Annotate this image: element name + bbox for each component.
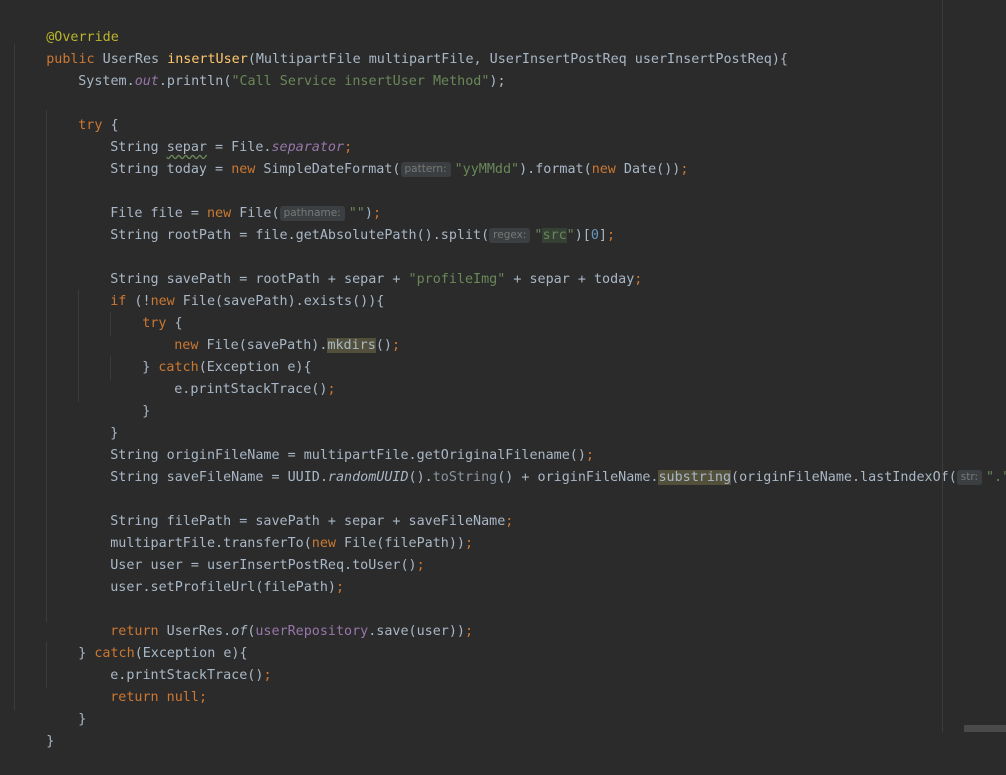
code-line[interactable]: } catch(Exception e){	[46, 621, 247, 661]
static-field: out	[134, 74, 159, 89]
semicolon: ;	[464, 536, 474, 551]
keyword: return	[110, 690, 159, 705]
number-literal: 0	[590, 228, 599, 243]
code-line[interactable]: String savePath = rootPath + separ + "pr…	[78, 247, 642, 287]
right-margin-guide	[942, 0, 943, 732]
code-text: String rootPath = file.getAbsolutePath()…	[110, 228, 490, 243]
code-text: ()	[375, 338, 392, 353]
code-text: }	[78, 712, 87, 727]
indent-guide	[46, 110, 47, 622]
code-line[interactable]: new File(savePath).mkdirs();	[142, 313, 400, 353]
code-line[interactable]: String originFileName = multipartFile.ge…	[78, 423, 594, 463]
semicolon: ;	[391, 338, 400, 353]
code-text: String today =	[110, 162, 232, 177]
string-quote: "	[566, 228, 575, 243]
string-literal-highlighted: src	[542, 228, 567, 243]
code-line[interactable]: String filePath = savePath + separ + sav…	[78, 489, 513, 529]
horizontal-scrollbar[interactable]	[964, 725, 1006, 732]
code-text: String saveFileName = UUID.	[110, 470, 328, 485]
keyword: new	[591, 162, 616, 177]
string-literal: "Call Service insertUser Method"	[231, 74, 490, 89]
indent-guide	[14, 44, 15, 710]
code-line[interactable]: try {	[110, 291, 182, 331]
parameter-hint: regex:	[489, 228, 531, 243]
parameter-hint: pattern:	[400, 162, 451, 177]
code-line[interactable]: multipartFile.transferTo(new File(filePa…	[78, 511, 473, 551]
code-line[interactable]: e.printStackTrace();	[78, 643, 271, 683]
code-editor[interactable]: @Override public UserRes insertUser(Mult…	[0, 0, 1006, 749]
code-line[interactable]: String separ = File.separator;	[78, 115, 352, 155]
code-text: ).format(	[519, 162, 592, 177]
code-line[interactable]: File file = new File(pathname: "");	[78, 181, 381, 221]
code-text: user.setProfileUrl(filePath)	[110, 580, 336, 595]
code-line[interactable]: User user = userInsertPostReq.toUser();	[78, 533, 424, 573]
code-line[interactable]: }	[46, 687, 86, 727]
code-line[interactable]: if (!new File(savePath).exists()){	[78, 269, 384, 309]
code-line[interactable]: public UserRes insertUser(MultipartFile …	[14, 27, 788, 67]
keyword: new	[231, 162, 256, 177]
method-highlighted: mkdirs	[327, 338, 376, 353]
code-line[interactable]: return null;	[78, 665, 207, 705]
semicolon: ;	[634, 272, 643, 287]
semicolon: ;	[465, 624, 474, 639]
code-text: }	[142, 404, 151, 419]
code-text: (originFileName.lastIndexOf(	[731, 470, 957, 485]
code-line[interactable]: user.setProfileUrl(filePath);	[78, 555, 344, 595]
semicolon: ;	[335, 580, 345, 595]
semicolon: ;	[263, 668, 272, 683]
code-text: SimpleDateFormat(	[255, 162, 401, 177]
code-line[interactable]: System.out.println("Call Service insertU…	[46, 49, 505, 89]
code-text: ]	[598, 228, 607, 243]
code-text: }	[46, 734, 55, 749]
code-text: e.printStackTrace()	[174, 382, 328, 397]
code-text: ().	[408, 470, 433, 485]
string-literal: "yyMMdd"	[454, 162, 520, 177]
code-text: Date())	[615, 162, 681, 177]
code-line[interactable]: String saveFileName = UUID.randomUUID().…	[78, 445, 1006, 485]
code-text: () + originFileName.	[497, 470, 659, 485]
code-text: .println(	[158, 74, 232, 89]
static-method: randomUUID	[327, 470, 409, 485]
keyword: null	[158, 690, 199, 705]
semicolon: ;	[416, 558, 425, 573]
method-highlighted: substring	[658, 470, 732, 485]
code-line[interactable]: return UserRes.of(userRepository.save(us…	[78, 599, 473, 639]
code-text: + separ + today	[505, 272, 635, 287]
string-literal: "."	[986, 470, 1006, 485]
code-line[interactable]: @Override	[14, 5, 119, 45]
string-literal: "profileImg"	[408, 272, 506, 287]
semicolon: ;	[198, 690, 207, 705]
code-line[interactable]: String today = new SimpleDateFormat(patt…	[78, 137, 688, 177]
semicolon: ;	[327, 382, 336, 397]
code-line[interactable]: }	[110, 379, 150, 419]
code-text: System.	[78, 74, 135, 89]
code-text: )[	[574, 228, 591, 243]
field-reference: userRepository	[255, 624, 369, 639]
code-text: File(savePath).exists()){	[174, 294, 385, 309]
method-call: toString	[432, 470, 498, 485]
code-line[interactable]: e.printStackTrace();	[142, 357, 335, 397]
code-text: .save(user))	[368, 624, 465, 639]
code-line[interactable]: String rootPath = file.getAbsolutePath()…	[78, 203, 615, 243]
semicolon: ;	[606, 228, 616, 243]
semicolon: ;	[505, 514, 514, 529]
semicolon: ;	[680, 162, 689, 177]
code-line[interactable]: }	[78, 401, 118, 441]
parameter-hint: str:	[956, 470, 983, 485]
code-line[interactable]: try {	[46, 93, 118, 133]
code-text: );	[489, 74, 506, 89]
code-line[interactable]: } catch(Exception e){	[110, 335, 311, 375]
code-line[interactable]: }	[14, 709, 54, 749]
